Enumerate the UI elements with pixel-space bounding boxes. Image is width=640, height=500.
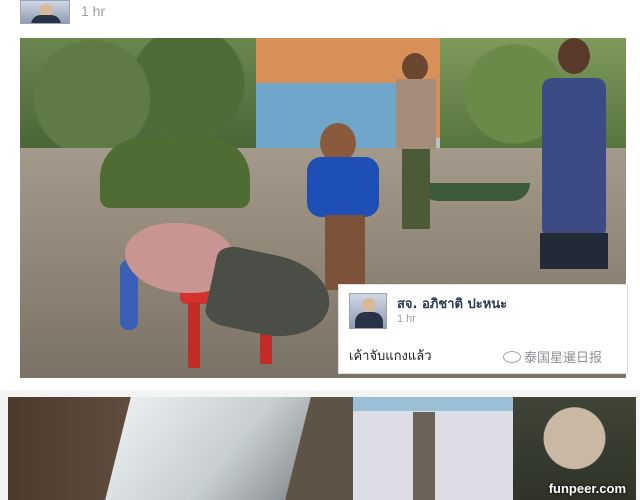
comment-overlay: สจ. อภิชาติ ปะหนะ 1 hr เค้าจับแกงแล้ว 泰国…: [338, 284, 628, 374]
comment-text: เค้าจับแกงแล้ว: [349, 349, 432, 364]
page: 1 hr สจ. อภิชาติ ปะหนะ 1 hr เค้าจับแกงแล…: [0, 0, 640, 500]
post-timestamp[interactable]: 1 hr: [81, 3, 105, 19]
person-boots: [540, 233, 608, 269]
author-avatar[interactable]: [20, 0, 70, 24]
photo-bushes: [100, 138, 250, 208]
photo-person-background: [390, 53, 440, 233]
photo2-plastic-bag: [105, 397, 311, 500]
photo-card: สจ. อภิชาติ ปะหนะ 1 hr เค้าจับแกงแล้ว 泰国…: [0, 30, 640, 390]
wechat-icon: [503, 351, 521, 363]
person-head: [402, 53, 428, 81]
comment-timestamp[interactable]: 1 hr: [397, 313, 416, 325]
person-legs: [325, 215, 365, 290]
person-torso: [396, 79, 436, 149]
photo-person-woman: [520, 38, 620, 273]
avatar-face: [362, 298, 376, 312]
person-legs: [402, 149, 430, 229]
commenter-name[interactable]: สจ. อภิชาติ ปะหนะ: [397, 293, 507, 314]
person-overall: [542, 78, 606, 238]
avatar-body: [355, 312, 383, 328]
crocodile-head: [202, 243, 338, 347]
post-header: 1 hr: [0, 0, 640, 30]
avatar-body: [31, 15, 61, 23]
legs-gap: [413, 412, 435, 500]
photo2-person-legs: [353, 397, 523, 500]
commenter-avatar[interactable]: [349, 293, 387, 329]
photo2-shirt-stripe: [353, 397, 523, 411]
news-watermark: 泰国星暹日报: [503, 347, 602, 366]
person-torso: [307, 157, 379, 217]
site-watermark: funpeer.com: [548, 481, 626, 496]
second-photo[interactable]: funpeer.com: [8, 397, 636, 500]
news-watermark-text: 泰国星暹日报: [524, 351, 603, 366]
photo-crocodile: [125, 223, 338, 347]
person-head: [558, 38, 590, 74]
